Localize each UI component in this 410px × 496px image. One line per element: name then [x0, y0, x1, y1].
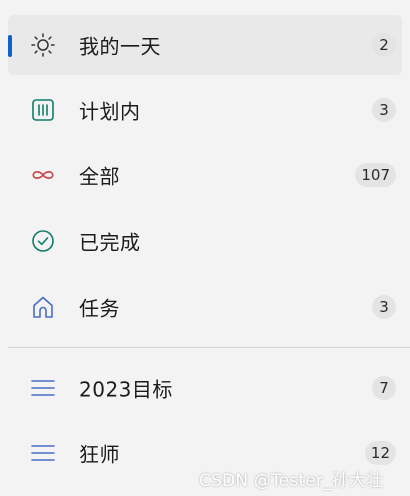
count-badge: 2	[372, 33, 396, 57]
count-badge: 3	[372, 98, 396, 122]
nav-item-label: 狂师	[79, 442, 120, 467]
nav-item-label: 计划内	[79, 99, 141, 124]
list-icon	[30, 440, 56, 466]
nav-item-completed[interactable]: 已完成	[8, 211, 402, 271]
nav-item-label: 我的一天	[79, 34, 161, 59]
count-badge: 3	[372, 295, 396, 319]
count-badge: 107	[355, 163, 396, 187]
count-badge: 7	[372, 376, 396, 400]
nav-item-label: 全部	[79, 164, 120, 189]
count-badge: 12	[364, 441, 396, 465]
infinity-icon	[30, 162, 56, 188]
nav-item-all[interactable]: 全部 107	[8, 145, 402, 205]
sidebar-nav: 我的一天 2 计划内 3 全部 107 已完成 任务 3 2023目标 7 狂师…	[0, 0, 410, 496]
home-icon	[30, 294, 56, 320]
check-circle-icon	[30, 228, 56, 254]
nav-item-label: 2023目标	[79, 377, 173, 402]
watermark: CSDN @Tester_孙大壮	[199, 471, 384, 491]
nav-item-label: 已完成	[79, 230, 141, 255]
section-divider	[8, 347, 410, 348]
nav-item-label: 任务	[79, 296, 120, 321]
selection-indicator	[8, 35, 12, 57]
nav-item-my-day[interactable]: 我的一天 2	[8, 15, 402, 75]
calendar-grid-icon	[30, 97, 56, 123]
list-item-2023-goals[interactable]: 2023目标 7	[8, 358, 402, 418]
nav-item-tasks[interactable]: 任务 3	[8, 277, 402, 337]
list-icon	[30, 375, 56, 401]
nav-item-planned[interactable]: 计划内 3	[8, 80, 402, 140]
sun-icon	[30, 32, 56, 58]
